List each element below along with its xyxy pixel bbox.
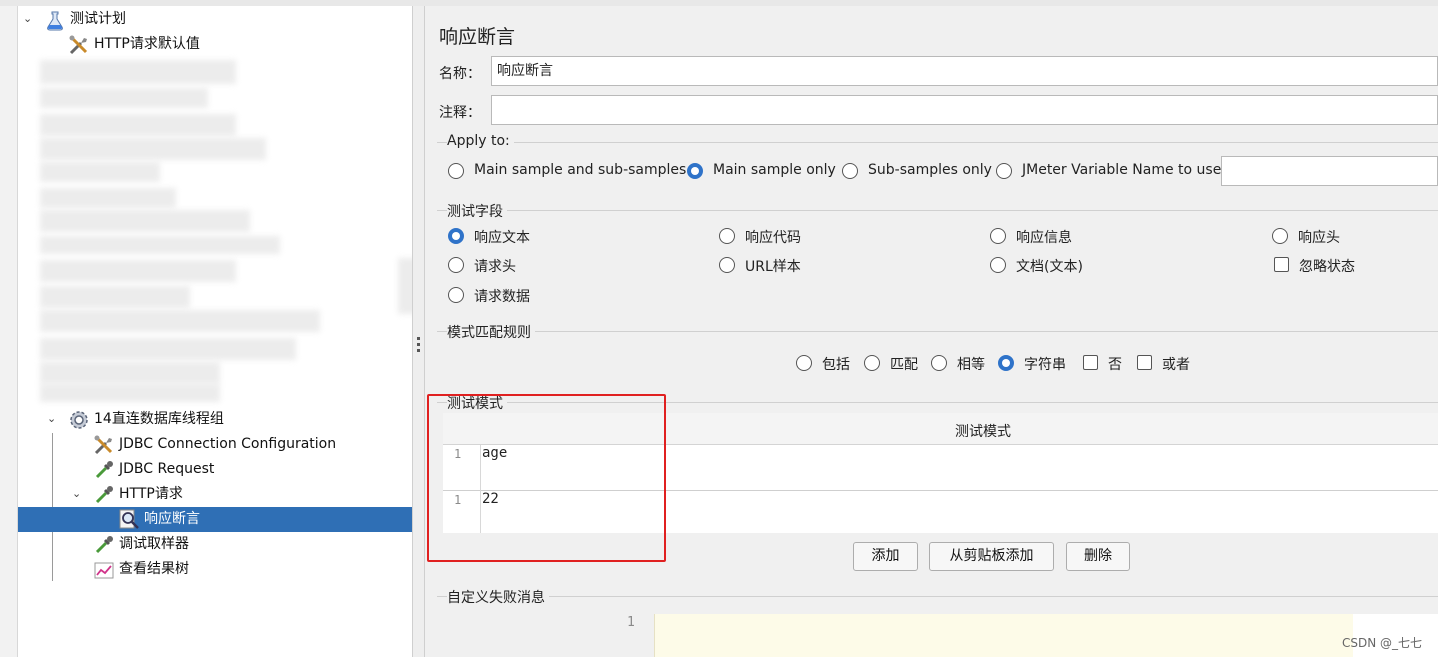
obscured-item <box>40 362 220 384</box>
name-field[interactable]: 响应断言 <box>491 56 1438 86</box>
obscured-item <box>40 310 320 332</box>
radio-jmeter-variable[interactable] <box>996 163 1012 179</box>
option-label: 响应代码 <box>745 230 801 246</box>
radio-substring[interactable] <box>998 355 1014 371</box>
group-border <box>437 142 1438 143</box>
radio-contains[interactable] <box>796 355 812 371</box>
failure-message-title: 自定义失败消息 <box>447 587 549 607</box>
radio-matches[interactable] <box>864 355 880 371</box>
option-label: URL样本 <box>745 259 801 275</box>
obscured-item <box>40 286 190 308</box>
line-number: 1 <box>627 615 635 630</box>
option-label: 响应信息 <box>1016 230 1072 246</box>
radio-response-headers[interactable] <box>1272 228 1288 244</box>
tree-item-test-plan[interactable]: 测试计划 <box>44 7 126 32</box>
radio-document-text[interactable] <box>990 257 1006 273</box>
obscured-item <box>40 260 236 282</box>
radio-equals[interactable] <box>931 355 947 371</box>
comment-label: 注释： <box>439 105 481 121</box>
obscured-item <box>40 114 236 136</box>
chart-icon <box>93 559 115 581</box>
delete-button[interactable]: 删除 <box>1066 542 1130 571</box>
option-label: 字符串 <box>1024 357 1066 373</box>
expand-caret-icon[interactable]: ⌄ <box>47 413 57 424</box>
failure-message-editor[interactable] <box>654 614 1354 657</box>
pipette-icon <box>93 459 115 481</box>
gear-icon <box>68 409 90 431</box>
option-label: Sub-samples only <box>868 162 992 178</box>
obscured-item <box>40 138 266 160</box>
add-button[interactable]: 添加 <box>853 542 918 571</box>
page-title: 响应断言 <box>439 26 516 48</box>
option-label: 或者 <box>1162 357 1190 373</box>
group-border <box>437 210 1438 211</box>
option-label: 包括 <box>822 357 850 373</box>
radio-sub-only[interactable] <box>842 163 858 179</box>
option-label: 文档(文本) <box>1016 259 1083 275</box>
tree-item-jdbc-config[interactable]: JDBC Connection Configuration <box>93 432 336 457</box>
variable-name-field[interactable] <box>1221 156 1438 186</box>
add-from-clipboard-button[interactable]: 从剪贴板添加 <box>929 542 1054 571</box>
option-label: JMeter Variable Name to use <box>1022 162 1222 178</box>
expand-caret-icon[interactable]: ⌄ <box>72 488 82 499</box>
obscured-item <box>40 60 236 84</box>
tree-item-thread-group[interactable]: 14直连数据库线程组 <box>68 407 224 432</box>
option-label: 请求数据 <box>474 289 530 305</box>
radio-request-headers[interactable] <box>448 257 464 273</box>
checkbox-ignore-status[interactable] <box>1274 257 1289 272</box>
obscured-item <box>40 210 250 232</box>
radio-main-only[interactable] <box>687 163 703 179</box>
option-label: Main sample only <box>713 162 836 178</box>
tree-item-response-assertion[interactable]: 响应断言 <box>118 507 200 532</box>
tree-item-http-request[interactable]: HTTP请求 <box>93 482 183 507</box>
tree-item-debug-sampler[interactable]: 调试取样器 <box>93 532 189 557</box>
group-border <box>437 596 1438 597</box>
tree-item-result-tree[interactable]: 查看结果树 <box>93 557 189 582</box>
radio-request-data[interactable] <box>448 287 464 303</box>
checkbox-or[interactable] <box>1137 355 1152 370</box>
pattern-rule-title: 模式匹配规则 <box>447 322 535 342</box>
obscured-item <box>40 384 220 402</box>
option-label: Main sample and sub-samples <box>474 162 687 178</box>
tree-selection-highlight <box>18 507 412 532</box>
magnifier-icon <box>118 509 140 531</box>
option-label: 响应文本 <box>474 230 530 246</box>
radio-main-and-sub[interactable] <box>448 163 464 179</box>
column-header: 测试模式 <box>955 424 1011 440</box>
option-label: 忽略状态 <box>1299 259 1355 275</box>
test-field-title: 测试字段 <box>447 201 507 221</box>
apply-to-title: Apply to: <box>447 133 514 149</box>
option-label: 请求头 <box>474 259 516 275</box>
comment-field[interactable] <box>491 95 1438 125</box>
flask-icon <box>44 9 66 31</box>
checkbox-not[interactable] <box>1083 355 1098 370</box>
option-label: 匹配 <box>890 357 918 373</box>
tree-item-http-defaults[interactable]: HTTP请求默认值 <box>68 32 200 57</box>
highlight-annotation-box <box>427 394 666 562</box>
radio-response-text[interactable] <box>448 228 464 244</box>
expand-caret-icon[interactable]: ⌄ <box>23 13 33 24</box>
obscured-item <box>40 188 176 208</box>
radio-url-sampled[interactable] <box>719 257 735 273</box>
option-label: 相等 <box>957 357 985 373</box>
left-strip <box>0 6 18 657</box>
radio-response-message[interactable] <box>990 228 1006 244</box>
tools-icon <box>93 434 115 456</box>
group-border <box>437 331 1438 332</box>
obscured-item <box>40 88 208 108</box>
option-label: 否 <box>1108 357 1122 373</box>
splitter-grip-icon <box>417 337 420 355</box>
obscured-item <box>40 338 296 360</box>
obscured-item <box>40 236 280 254</box>
tools-icon <box>68 34 90 56</box>
tree-item-jdbc-request[interactable]: JDBC Request <box>93 457 214 482</box>
name-label: 名称： <box>439 66 481 82</box>
watermark: CSDN @_七七 <box>1342 636 1423 650</box>
panel-splitter[interactable] <box>412 6 425 657</box>
obscured-item <box>40 162 160 182</box>
radio-response-code[interactable] <box>719 228 735 244</box>
pipette-icon <box>93 484 115 506</box>
option-label: 响应头 <box>1298 230 1340 246</box>
pipette-icon <box>93 534 115 556</box>
